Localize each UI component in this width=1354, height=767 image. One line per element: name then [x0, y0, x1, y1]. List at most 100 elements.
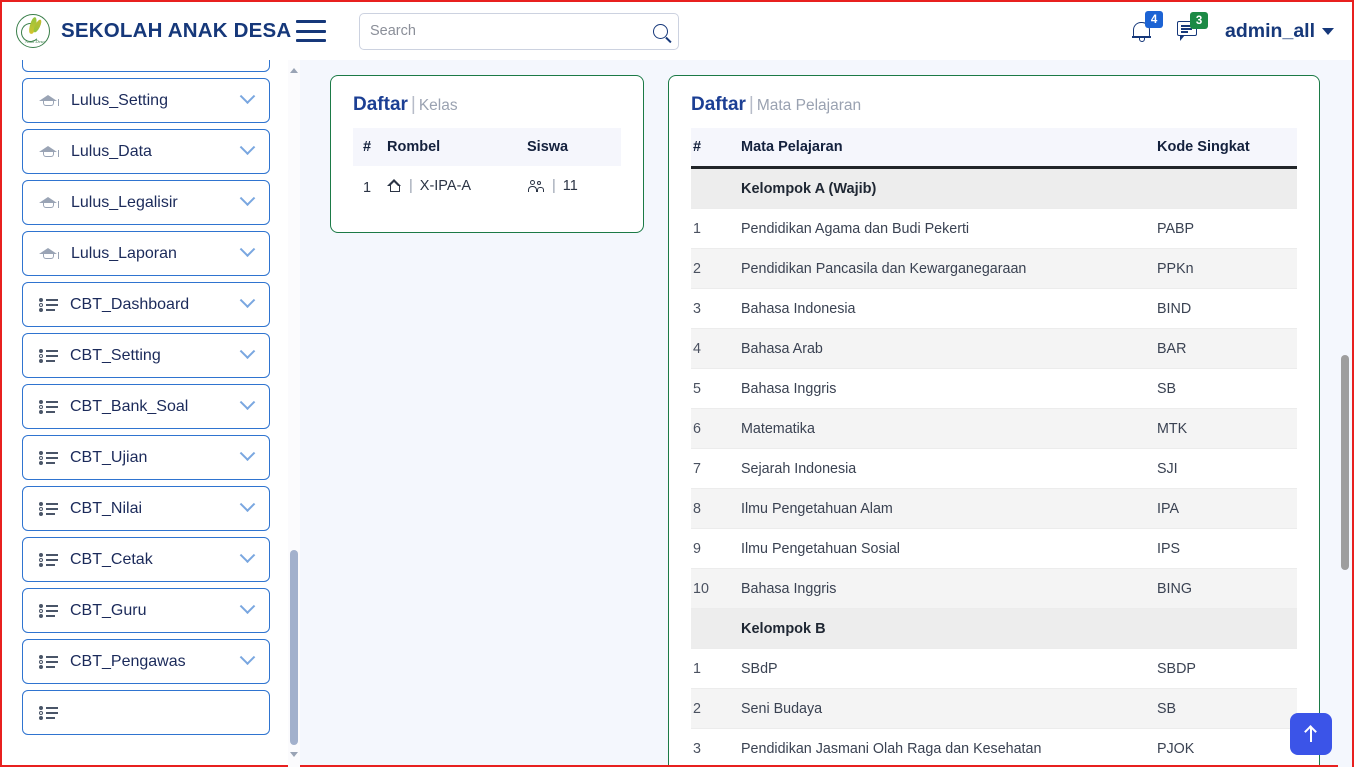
list-icon — [39, 603, 58, 618]
mapel-cell-kode: SB — [1157, 688, 1297, 729]
sidebar-item-cbt_bank_soal[interactable]: CBT_Bank_Soal — [22, 384, 270, 429]
chevron-down-icon — [1322, 27, 1334, 35]
sidebar-item-cbt_guru[interactable]: CBT_Guru — [22, 588, 270, 633]
kelas-cell-rombel: | X-IPA-A — [387, 166, 527, 209]
sidebar-item-label: CBT_Cetak — [70, 550, 153, 568]
sidebar-item-cbt_pengawas[interactable]: CBT_Pengawas — [22, 639, 270, 684]
brand: Anak Desa SEKOLAH ANAK DESA — [2, 14, 292, 48]
mapel-cell-no: 2 — [691, 248, 741, 289]
sidebar-item-cbt_cetak[interactable]: CBT_Cetak — [22, 537, 270, 582]
notifications-badge: 4 — [1145, 11, 1164, 28]
people-icon — [527, 179, 545, 193]
page-scroll-thumb[interactable] — [1341, 355, 1349, 570]
mapel-cell-no: 3 — [691, 728, 741, 765]
messages-button[interactable]: 3 — [1177, 12, 1209, 41]
sidebar-scroll-thumb[interactable] — [290, 550, 298, 745]
sidebar-item-cbt_dashboard[interactable]: CBT_Dashboard — [22, 282, 270, 327]
sidebar-scroll-up-icon[interactable] — [289, 65, 299, 75]
sidebar-item-label: Lulus_Legalisir — [71, 193, 178, 211]
mapel-cell-kode: SJI — [1157, 448, 1297, 489]
mapel-title-sub: Mata Pelajaran — [756, 97, 862, 114]
mapel-cell-name: Bahasa Arab — [741, 328, 1157, 369]
chevron-down-icon — [239, 547, 256, 564]
mapel-cell-no: 4 — [691, 328, 741, 369]
sidebar-item-lulus_legalisir[interactable]: Lulus_Legalisir — [22, 180, 270, 225]
search-box[interactable] — [359, 12, 679, 50]
mapel-cell-kode: SB — [1157, 368, 1297, 409]
mapel-cell-name: Bahasa Inggris — [741, 368, 1157, 409]
mapel-table: # Mata Pelajaran Kode Singkat Kelompok A… — [691, 128, 1297, 765]
kelas-col-no: # — [353, 128, 387, 166]
mapel-cell-kode: SBDP — [1157, 648, 1297, 689]
table-row[interactable]: 1 SBdP SBDP — [691, 648, 1297, 689]
mapel-cell-kode: PPKn — [1157, 248, 1297, 289]
sidebar-item-lulus_setting[interactable]: Lulus_Setting — [22, 78, 270, 123]
mapel-cell-no: 8 — [691, 488, 741, 529]
table-row[interactable]: 7 Sejarah Indonesia SJI — [691, 448, 1297, 489]
hamburger-icon[interactable] — [296, 20, 326, 42]
sidebar-item-lulus_laporan[interactable]: Lulus_Laporan — [22, 231, 270, 276]
list-icon — [39, 705, 58, 720]
kelas-title-main: Daftar — [353, 94, 408, 115]
mapel-cell-name: Bahasa Indonesia — [741, 288, 1157, 329]
table-row[interactable]: 4 Bahasa Arab BAR — [691, 328, 1297, 369]
scroll-to-top-button[interactable] — [1290, 713, 1332, 755]
page-title: SEKOLAH ANAK DESA — [61, 19, 292, 42]
mapel-cell-no: 6 — [691, 408, 741, 449]
mapel-cell-name: Matematika — [741, 408, 1157, 449]
table-group-row: Kelompok B — [691, 608, 1297, 649]
table-row[interactable]: 9 Ilmu Pengetahuan Sosial IPS — [691, 528, 1297, 569]
mapel-col-kode: Kode Singkat — [1157, 128, 1297, 169]
search-input[interactable] — [370, 23, 653, 39]
arrow-up-icon — [1303, 725, 1319, 743]
sidebar-item-cbt_setting[interactable]: CBT_Setting — [22, 333, 270, 378]
table-row[interactable]: 3 Pendidikan Jasmani Olah Raga dan Keseha… — [691, 728, 1297, 765]
kelas-siswa-count: 11 — [562, 178, 578, 195]
list-icon — [39, 654, 58, 669]
sidebar-item-label: CBT_Setting — [70, 346, 161, 364]
home-icon — [387, 179, 402, 193]
chevron-down-icon — [239, 598, 256, 615]
chevron-down-icon — [239, 649, 256, 666]
table-row[interactable]: 2 Pendidikan Pancasila dan Kewarganegaraa… — [691, 248, 1297, 289]
sidebar-item-label: CBT_Bank_Soal — [70, 397, 189, 415]
list-icon — [39, 297, 58, 312]
kelas-cell-no: 1 — [363, 179, 372, 196]
table-row[interactable]: 1 | X-IPA-A | 11 — [353, 166, 621, 209]
sidebar-item-cbt_nilai[interactable]: CBT_Nilai — [22, 486, 270, 531]
kelas-cell-siswa: | 11 — [527, 166, 621, 209]
sidebar-item-cbt_ujian[interactable]: CBT_Ujian — [22, 435, 270, 480]
mapel-cell-kode: IPA — [1157, 488, 1297, 529]
table-row[interactable]: 2 Seni Budaya SB — [691, 688, 1297, 729]
mapel-cell-no: 5 — [691, 368, 741, 409]
kelas-title-sub: Kelas — [418, 97, 458, 114]
mapel-cell-kode: PJOK — [1157, 728, 1297, 765]
chevron-down-icon — [239, 445, 256, 462]
sidebar-scrollbar[interactable] — [288, 45, 300, 767]
table-row[interactable]: 5 Bahasa Inggris SB — [691, 368, 1297, 409]
mapel-title-separator: | — [748, 94, 754, 115]
sidebar-scroll-down-icon[interactable] — [289, 749, 299, 759]
search-icon[interactable] — [653, 23, 668, 39]
app-header: Anak Desa SEKOLAH ANAK DESA 4 3 admin_al… — [2, 2, 1352, 60]
school-logo-icon: Anak Desa — [16, 14, 50, 48]
table-row[interactable]: 8 Ilmu Pengetahuan Alam IPA — [691, 488, 1297, 529]
table-row[interactable]: 3 Bahasa Indonesia BIND — [691, 288, 1297, 329]
sidebar-item-partial[interactable] — [22, 690, 270, 735]
table-group-row: Kelompok A (Wajib) — [691, 167, 1297, 209]
mapel-cell-name: Bahasa Inggris — [741, 568, 1157, 609]
mapel-cell-name: SBdP — [741, 648, 1157, 689]
table-row[interactable]: 6 Matematika MTK — [691, 408, 1297, 449]
graduation-cap-icon — [39, 195, 59, 211]
notifications-button[interactable]: 4 — [1132, 11, 1164, 42]
mapel-cell-name: Pendidikan Pancasila dan Kewarganegaraan — [741, 248, 1157, 289]
mapel-cell-name: Ilmu Pengetahuan Sosial — [741, 528, 1157, 569]
sidebar-item-lulus_data[interactable]: Lulus_Data — [22, 129, 270, 174]
table-row[interactable]: 10 Bahasa Inggris BING — [691, 568, 1297, 609]
table-row[interactable]: 1 Pendidikan Agama dan Budi Pekerti PABP — [691, 208, 1297, 249]
page-scrollbar[interactable] — [1338, 45, 1352, 767]
user-menu[interactable]: admin_all — [1225, 20, 1334, 43]
mapel-col-no: # — [691, 128, 741, 169]
kelas-table-header-row: # Rombel Siswa — [353, 128, 621, 166]
sidebar-item-label: CBT_Dashboard — [70, 295, 190, 313]
